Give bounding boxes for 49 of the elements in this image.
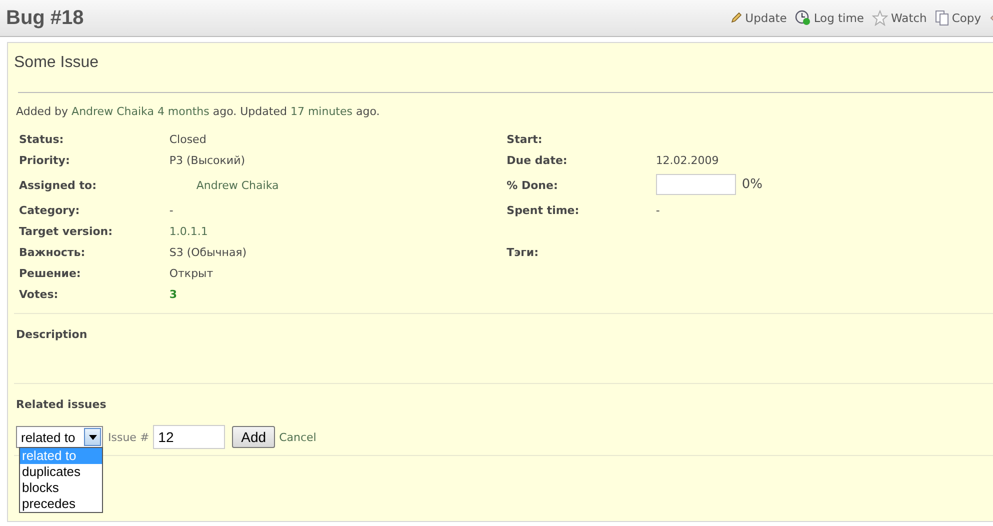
copy-icon [934, 10, 949, 26]
log-time-link[interactable]: Log time [794, 10, 864, 26]
updated-age-link[interactable]: 17 minutes [290, 105, 352, 118]
add-button[interactable]: Add [232, 426, 276, 448]
field-label: Target version: [18, 224, 114, 240]
clock-icon [794, 10, 811, 26]
field-label: Решение: [18, 266, 82, 282]
user-link[interactable]: Andrew Chaika [169, 179, 279, 192]
field-label: Category: [18, 203, 81, 219]
cancel-link[interactable]: Cancel [279, 430, 316, 444]
relation-select[interactable]: related to [16, 426, 103, 448]
field-value: Открыт [169, 267, 214, 280]
version-link[interactable]: 1.0.1.1 [169, 225, 208, 238]
caret-icon [88, 434, 96, 440]
author-link[interactable]: Andrew Chaika [72, 105, 154, 118]
dropdown-option[interactable]: blocks [20, 480, 102, 496]
author-line: Added by Andrew Chaika 4 months ago. Updated 17 minutes ago. [16, 105, 381, 118]
progress-reading: 0% [742, 176, 762, 192]
issue-subject: Some Issue [14, 53, 100, 72]
dropdown-option[interactable]: duplicates [20, 464, 102, 480]
page-title: Bug #18 [6, 6, 84, 30]
star-icon [872, 10, 888, 26]
field-label: Assigned to: [18, 178, 98, 194]
field-value: Closed [169, 133, 206, 146]
field-value: S3 (Обычная) [169, 246, 247, 259]
field-label: Start: [506, 132, 544, 148]
created-age-link[interactable]: 4 months [157, 105, 210, 118]
field-label: Status: [18, 132, 65, 148]
field-value: 12.02.2009 [656, 154, 719, 167]
section-heading: Description [16, 328, 88, 341]
copy-link[interactable]: Copy [934, 10, 981, 26]
field-value: - [656, 204, 660, 217]
dropdown-option[interactable]: precedes [20, 496, 102, 512]
update-link[interactable]: Update [730, 11, 787, 25]
field-label: Spent time: [506, 203, 580, 219]
field-label: Тэги: [506, 245, 540, 261]
field-label: Важность: [18, 245, 86, 261]
field-value: - [169, 204, 174, 217]
pencil-icon [730, 12, 742, 24]
field-label: % Done: [506, 178, 559, 194]
field-value: P3 (Высокий) [169, 154, 246, 167]
section-heading: Related issues [16, 398, 108, 411]
issue-number-label: Issue # [108, 430, 150, 444]
issue-number-field[interactable]: 12 [153, 425, 226, 449]
vote-count: 3 [169, 288, 178, 301]
field-label: Priority: [18, 153, 71, 169]
watch-link[interactable]: Watch [872, 10, 927, 26]
field-label: Due date: [506, 153, 568, 169]
field-label: Votes: [18, 287, 60, 303]
